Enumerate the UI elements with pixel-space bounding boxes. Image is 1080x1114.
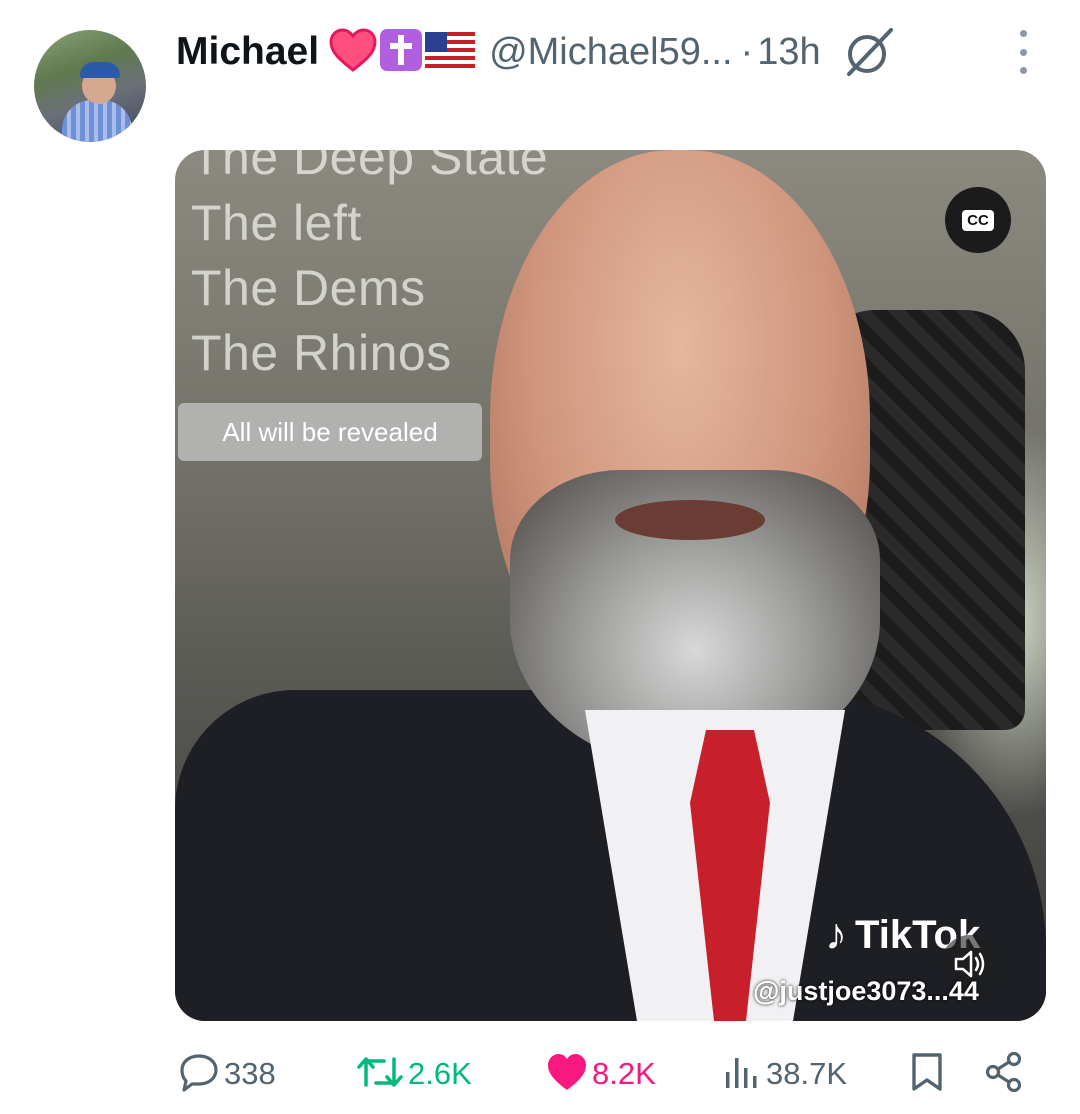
grok-icon[interactable] — [843, 26, 895, 78]
author-avatar[interactable] — [34, 30, 146, 142]
views-count: 38.7K — [766, 1056, 848, 1091]
like-button[interactable]: 8.2K — [546, 1044, 656, 1104]
avatar-shirt — [62, 100, 132, 142]
us-flag-icon — [425, 31, 476, 73]
overlay-line-4: The Rhinos — [191, 325, 452, 381]
red-heart-icon — [329, 27, 377, 77]
time-separator: · — [740, 30, 754, 73]
author-handle[interactable]: @Michael59... — [489, 31, 732, 74]
tiktok-logo-icon: ♪ — [825, 910, 847, 959]
tiktok-username: @justjoe3073...44 — [753, 976, 979, 1006]
like-icon — [546, 1052, 588, 1097]
overlay-line-2: The left — [191, 195, 362, 251]
overlay-caption-pill: All will be revealed — [178, 403, 482, 461]
repost-count: 2.6K — [408, 1056, 472, 1091]
overlay-line-3: The Dems — [191, 260, 426, 316]
post-actions: 338 2.6K 8.2K 38.7K — [0, 1044, 1080, 1104]
avatar-cap — [80, 62, 120, 78]
repost-button[interactable]: 2.6K — [356, 1044, 472, 1104]
views-button[interactable]: 38.7K — [722, 1044, 847, 1104]
like-count: 8.2K — [592, 1056, 656, 1091]
reply-icon — [178, 1051, 220, 1098]
post-time[interactable]: 13h — [757, 31, 820, 74]
share-icon — [984, 1051, 1024, 1098]
video-player[interactable]: The Deep State The left The Dems The Rhi… — [175, 150, 1046, 1021]
video-person-mouth — [615, 500, 765, 540]
bookmark-icon — [910, 1051, 944, 1098]
reply-count: 338 — [224, 1056, 276, 1091]
overlay-line-1: The Deep State — [191, 150, 549, 185]
views-icon — [722, 1052, 762, 1097]
cc-label: CC — [962, 209, 994, 231]
bookmark-button[interactable] — [910, 1044, 944, 1104]
latin-cross-icon — [379, 28, 423, 77]
post-header: Michael @Michael59... · 13h — [176, 22, 895, 82]
closed-captions-button[interactable]: CC — [945, 187, 1011, 253]
repost-icon — [356, 1051, 404, 1098]
name-emoji-badges — [329, 27, 476, 77]
author-name[interactable]: Michael — [176, 30, 319, 74]
more-options-icon[interactable] — [1008, 30, 1038, 74]
reply-button[interactable]: 338 — [178, 1044, 276, 1104]
share-button[interactable] — [984, 1044, 1024, 1104]
